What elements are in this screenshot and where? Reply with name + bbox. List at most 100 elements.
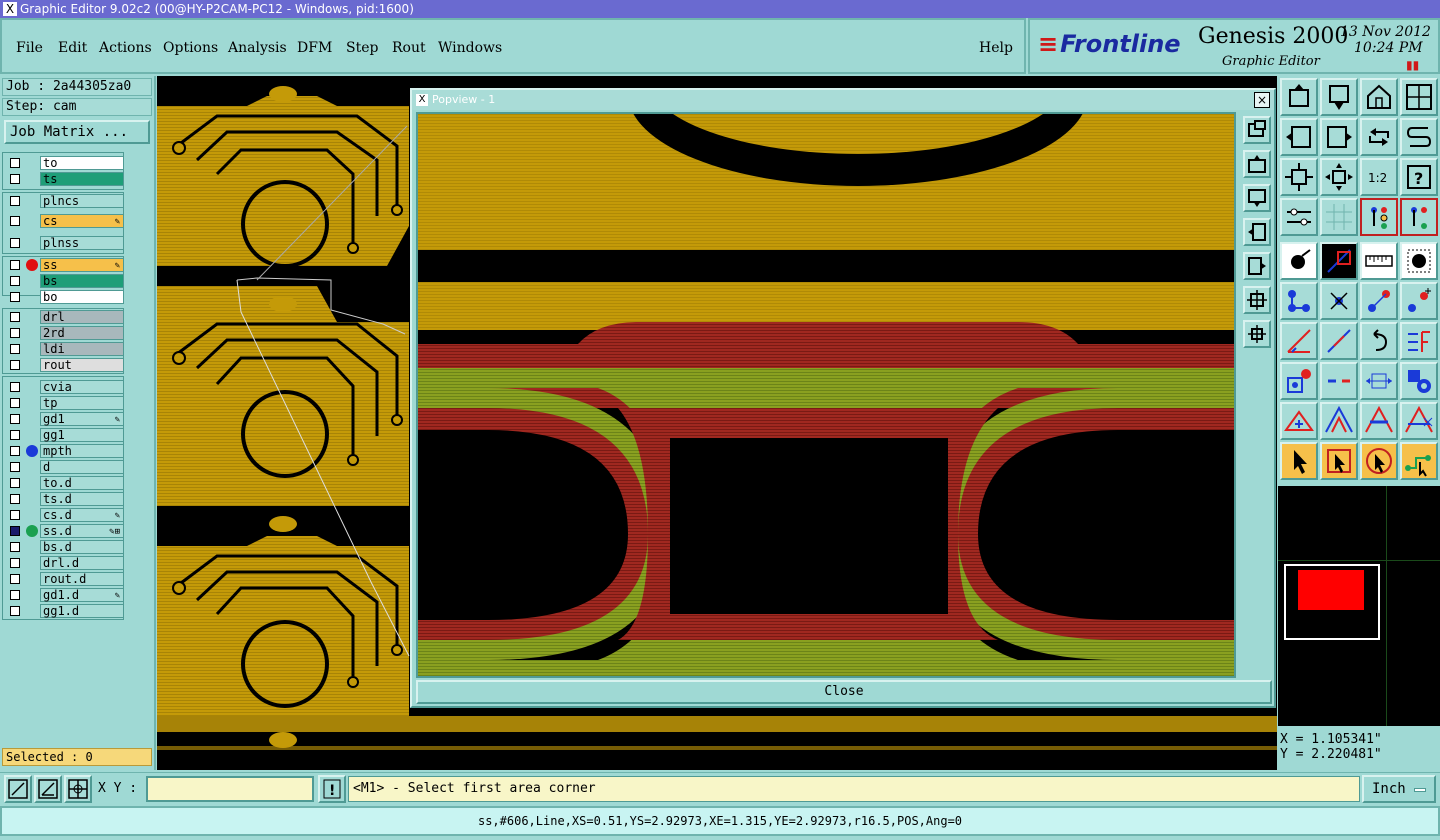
layer-checkbox[interactable] bbox=[10, 292, 20, 302]
layer-name[interactable]: bo bbox=[40, 290, 124, 304]
layer-checkbox[interactable] bbox=[10, 494, 20, 504]
menu-windows[interactable]: Windows bbox=[438, 40, 502, 56]
zoom-home-button[interactable] bbox=[1280, 78, 1318, 116]
layer-checkbox[interactable] bbox=[10, 558, 20, 568]
layer-name[interactable]: ss.d ✎⊞ bbox=[40, 524, 124, 538]
split-view-button[interactable] bbox=[1400, 78, 1438, 116]
layer-row[interactable]: d bbox=[4, 460, 124, 474]
layer-row[interactable]: bs bbox=[4, 274, 124, 288]
layer-row[interactable]: drl bbox=[4, 310, 124, 324]
layer-row[interactable]: ldi bbox=[4, 342, 124, 356]
pan-right-button[interactable] bbox=[1320, 118, 1358, 156]
triangle-bar-icon[interactable] bbox=[1360, 402, 1398, 440]
center-icon[interactable] bbox=[1320, 158, 1358, 196]
layer-row[interactable]: rout bbox=[4, 358, 124, 372]
layer-name[interactable]: gd1 ✎ bbox=[40, 412, 124, 426]
layer-row[interactable]: drl.d bbox=[4, 556, 124, 570]
snap-grid-icon[interactable] bbox=[4, 775, 32, 803]
layer-row[interactable]: cvia bbox=[4, 380, 124, 394]
layer-name[interactable]: to.d bbox=[40, 476, 124, 490]
zoom-down-button[interactable] bbox=[1320, 78, 1358, 116]
layer-checkbox[interactable] bbox=[10, 260, 20, 270]
layer-name[interactable]: plncs bbox=[40, 194, 124, 208]
layer-row[interactable]: rout.d bbox=[4, 572, 124, 586]
layer-row[interactable]: mpth bbox=[4, 444, 124, 458]
circle-pad-icon[interactable] bbox=[1400, 242, 1438, 280]
layer-row[interactable]: gg1.d bbox=[4, 604, 124, 618]
layer-row[interactable]: ss.d ✎⊞ bbox=[4, 524, 124, 538]
menu-rout[interactable]: Rout bbox=[392, 40, 426, 56]
layer-checkbox[interactable] bbox=[10, 382, 20, 392]
layer-row[interactable]: ts bbox=[4, 172, 124, 186]
layer-name[interactable]: ts bbox=[40, 172, 124, 186]
layer-checkbox[interactable] bbox=[10, 478, 20, 488]
layer-checkbox[interactable] bbox=[10, 606, 20, 616]
layer-checkbox[interactable] bbox=[10, 398, 20, 408]
pointer-icon[interactable] bbox=[1280, 442, 1318, 480]
connect-nodes-icon[interactable] bbox=[1280, 282, 1318, 320]
layer-checkbox[interactable] bbox=[10, 276, 20, 286]
layer-checkbox[interactable] bbox=[10, 590, 20, 600]
layer-checkbox[interactable] bbox=[10, 328, 20, 338]
layer-checkbox[interactable] bbox=[10, 414, 20, 424]
layer-color-dot[interactable] bbox=[26, 525, 38, 537]
line-break-icon[interactable] bbox=[1400, 322, 1438, 360]
layer-name[interactable]: tp bbox=[40, 396, 124, 410]
layer-row[interactable]: bs.d bbox=[4, 540, 124, 554]
layer-checkbox[interactable] bbox=[10, 196, 20, 206]
menu-step[interactable]: Step bbox=[346, 40, 378, 56]
pads-shape-icon[interactable] bbox=[1400, 362, 1438, 400]
layer-name[interactable]: cs ✎ bbox=[40, 214, 124, 228]
zoom-page-button[interactable] bbox=[1243, 116, 1271, 144]
layer-checkbox[interactable] bbox=[10, 510, 20, 520]
layer-name[interactable]: drl.d bbox=[40, 556, 124, 570]
rotate-icon[interactable] bbox=[1360, 322, 1398, 360]
pan-down-button[interactable] bbox=[1243, 184, 1271, 212]
layer-row[interactable]: gg1 bbox=[4, 428, 124, 442]
layer-row[interactable]: gd1.d ✎ bbox=[4, 588, 124, 602]
layer-name[interactable]: bs bbox=[40, 274, 124, 288]
overview-map[interactable] bbox=[1278, 486, 1440, 726]
layer-row[interactable]: cs.d ✎ bbox=[4, 508, 124, 522]
layer-name[interactable]: gg1 bbox=[40, 428, 124, 442]
layer-checkbox[interactable] bbox=[10, 238, 20, 248]
home-icon[interactable] bbox=[1360, 78, 1398, 116]
snap-center-icon[interactable] bbox=[64, 775, 92, 803]
layer-name[interactable]: 2rd bbox=[40, 326, 124, 340]
popview-canvas[interactable] bbox=[416, 112, 1236, 678]
triangle-plus-icon[interactable] bbox=[1280, 402, 1318, 440]
layer-name[interactable]: gd1.d ✎ bbox=[40, 588, 124, 602]
shorten-line-icon[interactable] bbox=[1320, 362, 1358, 400]
layer-checkbox[interactable] bbox=[10, 430, 20, 440]
menu-analysis[interactable]: Analysis bbox=[228, 40, 287, 56]
menu-edit[interactable]: Edit bbox=[58, 40, 87, 56]
layer-name[interactable]: bs.d bbox=[40, 540, 124, 554]
s-curve-icon[interactable] bbox=[1400, 118, 1438, 156]
triangle-cross-icon[interactable] bbox=[1400, 402, 1438, 440]
pause-icon[interactable]: ▮▮ bbox=[1406, 58, 1419, 72]
pan-left-button[interactable] bbox=[1243, 218, 1271, 246]
popview-titlebar[interactable]: X Popview - 1 bbox=[412, 90, 1274, 110]
ruler-icon[interactable] bbox=[1360, 242, 1398, 280]
layer-checkbox[interactable] bbox=[10, 312, 20, 322]
layer-name[interactable]: rout bbox=[40, 358, 124, 372]
select-net-icon[interactable] bbox=[1400, 442, 1438, 480]
triangle-split-icon[interactable] bbox=[1320, 402, 1358, 440]
layer-row[interactable]: plncs bbox=[4, 194, 124, 208]
layer-checkbox[interactable] bbox=[10, 158, 20, 168]
layer-row[interactable]: cs ✎ bbox=[4, 214, 124, 228]
net-connect-icon[interactable] bbox=[1360, 198, 1398, 236]
layer-row[interactable]: to.d bbox=[4, 476, 124, 490]
copy-pad-icon[interactable] bbox=[1280, 362, 1318, 400]
menu-file[interactable]: File bbox=[16, 40, 43, 56]
settings-icon[interactable] bbox=[1280, 198, 1318, 236]
layer-name[interactable]: drl bbox=[40, 310, 124, 324]
delete-node-icon[interactable] bbox=[1320, 282, 1358, 320]
menu-options[interactable]: Options bbox=[163, 40, 218, 56]
line-draw-icon[interactable] bbox=[1320, 322, 1358, 360]
close-button[interactable]: Close bbox=[416, 680, 1272, 704]
layer-name[interactable]: ldi bbox=[40, 342, 124, 356]
layer-checkbox[interactable] bbox=[10, 542, 20, 552]
menu-help[interactable]: Help bbox=[979, 40, 1013, 56]
pan-right-button[interactable] bbox=[1243, 252, 1271, 280]
